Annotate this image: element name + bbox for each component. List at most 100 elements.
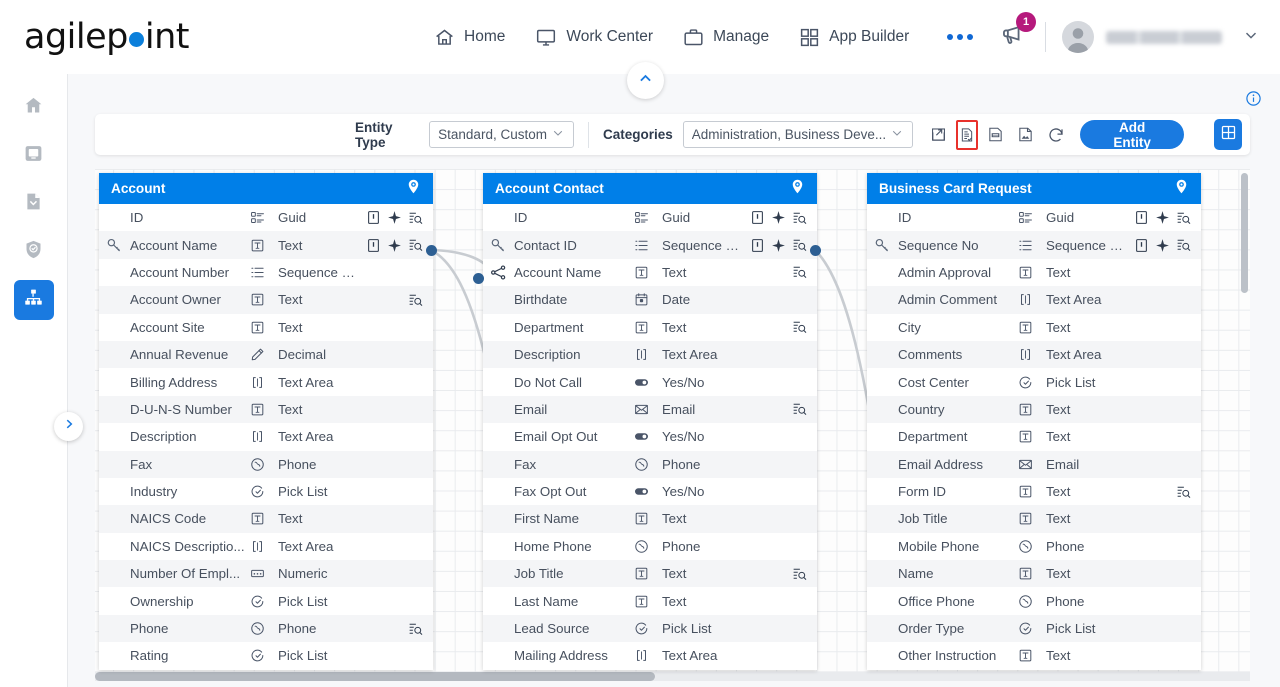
entity-field-row[interactable]: NAICS Descriptio... Text Area [99, 533, 433, 560]
primary-key-icon[interactable] [867, 237, 898, 254]
indexed-icon[interactable] [792, 265, 807, 280]
entity-field-row[interactable]: Fax Phone [99, 450, 433, 478]
nav-item-home[interactable]: Home [434, 27, 505, 48]
primary-key-icon[interactable] [483, 237, 514, 254]
entity-field-row[interactable]: Lead Source Pick List [483, 614, 817, 643]
export-image-icon[interactable] [1013, 122, 1036, 148]
entity-field-row[interactable]: Mobile Phone Phone [867, 533, 1201, 560]
entity-field-row[interactable]: D-U-N-S Number Text [99, 395, 433, 424]
entity-field-row[interactable]: Contact ID Sequence Num... [483, 231, 817, 259]
required-icon[interactable] [1134, 210, 1149, 225]
rail-item-documents[interactable] [14, 184, 54, 224]
checklist-report-icon[interactable] [956, 119, 979, 150]
open-external-icon[interactable] [927, 122, 950, 148]
unique-icon[interactable] [771, 210, 786, 225]
categories-select[interactable]: Administration, Business Deve... [682, 121, 914, 148]
canvas-horizontal-scrollbar[interactable] [95, 672, 1250, 681]
entity-field-row[interactable]: Mailing Address Text Area [483, 642, 817, 669]
entity-field-row[interactable]: Fax Opt Out Yes/No [483, 478, 817, 505]
entity-field-row[interactable]: Department Text [483, 314, 817, 341]
entity-type-select[interactable]: Standard, Custom [429, 121, 575, 148]
info-icon[interactable] [1245, 90, 1262, 112]
entity-field-row[interactable]: Job Title Text [483, 560, 817, 588]
entity-field-row[interactable]: Sequence No Sequence Num... [867, 231, 1201, 259]
entity-field-row[interactable]: Number Of Empl... Numeric [99, 560, 433, 588]
entity-field-row[interactable]: Account Number Sequence Num... [99, 259, 433, 286]
relationship-anchor-dot[interactable] [473, 273, 484, 284]
unique-icon[interactable] [387, 238, 402, 253]
rail-item-home[interactable] [14, 88, 54, 128]
entity-field-row[interactable]: Fax Phone [483, 450, 817, 478]
entity-field-row[interactable]: Country Text [867, 395, 1201, 424]
indexed-icon[interactable] [1176, 484, 1191, 499]
entity-field-row[interactable]: Name Text [867, 560, 1201, 588]
entity-field-row[interactable]: Rating Pick List [99, 642, 433, 669]
nav-item-manage[interactable]: Manage [683, 27, 769, 48]
entity-field-row[interactable]: NAICS Code Text [99, 505, 433, 533]
required-icon[interactable] [750, 210, 765, 225]
entity-field-row[interactable]: Do Not Call Yes/No [483, 368, 817, 395]
nav-item-app-builder[interactable]: App Builder [799, 27, 909, 48]
entity-card-account-contact[interactable]: Account Contact ID Guid Contact ID Sequence… [483, 173, 817, 670]
announcements-button[interactable]: 1 [1000, 12, 1036, 53]
entity-field-row[interactable]: Description Text Area [483, 340, 817, 369]
canvas-vertical-scrollbar[interactable] [1241, 173, 1248, 293]
unique-icon[interactable] [771, 238, 786, 253]
more-menu-button[interactable] [947, 34, 974, 40]
entity-field-row[interactable]: ID Guid [867, 204, 1201, 231]
entity-field-row[interactable]: Office Phone Phone [867, 587, 1201, 614]
entity-diagram-canvas[interactable]: Account ID Guid Account Name Text Account Nu… [95, 169, 1250, 681]
indexed-icon[interactable] [792, 210, 807, 225]
location-pin-icon[interactable] [789, 178, 806, 200]
indexed-icon[interactable] [408, 292, 423, 307]
add-entity-button[interactable]: Add Entity [1079, 120, 1185, 150]
unique-icon[interactable] [387, 210, 402, 225]
rail-item-data-entities[interactable] [13, 280, 54, 320]
entity-field-row[interactable]: Annual Revenue Decimal [99, 340, 433, 369]
location-pin-icon[interactable] [405, 178, 422, 200]
primary-key-icon[interactable] [99, 237, 130, 254]
entity-field-row[interactable]: Ownership Pick List [99, 587, 433, 614]
entity-field-row[interactable]: Billing Address Text Area [99, 368, 433, 395]
entity-field-row[interactable]: Admin Comment Text Area [867, 286, 1201, 314]
unique-icon[interactable] [1155, 210, 1170, 225]
indexed-icon[interactable] [792, 320, 807, 335]
collapse-header-button[interactable] [627, 62, 664, 99]
grid-layout-button[interactable] [1214, 119, 1242, 150]
entity-card-account[interactable]: Account ID Guid Account Name Text Account Nu… [99, 173, 433, 670]
required-icon[interactable] [366, 238, 381, 253]
export-pdf-icon[interactable] [984, 122, 1007, 148]
entity-field-row[interactable]: Account Name Text [483, 259, 817, 286]
indexed-icon[interactable] [1176, 210, 1191, 225]
relationship-icon[interactable] [483, 264, 514, 281]
entity-field-row[interactable]: Form ID Text [867, 478, 1201, 505]
expand-sidebar-button[interactable] [54, 412, 83, 441]
required-icon[interactable] [1134, 238, 1149, 253]
required-icon[interactable] [366, 210, 381, 225]
required-icon[interactable] [750, 238, 765, 253]
entity-field-row[interactable]: City Text [867, 314, 1201, 341]
relationship-anchor-dot[interactable] [810, 245, 821, 256]
rail-item-security[interactable] [14, 232, 54, 272]
unique-icon[interactable] [1155, 238, 1170, 253]
entity-field-row[interactable]: Department Text [867, 423, 1201, 450]
indexed-icon[interactable] [792, 238, 807, 253]
indexed-icon[interactable] [1176, 238, 1191, 253]
indexed-icon[interactable] [408, 210, 423, 225]
entity-field-row[interactable]: Comments Text Area [867, 340, 1201, 369]
entity-field-row[interactable]: First Name Text [483, 505, 817, 533]
entity-field-row[interactable]: Admin Approval Text [867, 259, 1201, 286]
entity-field-row[interactable]: Account Site Text [99, 314, 433, 341]
entity-field-row[interactable]: Order Type Pick List [867, 614, 1201, 643]
rail-item-work-center[interactable] [14, 136, 54, 176]
refresh-icon[interactable] [1045, 122, 1068, 148]
avatar[interactable] [1062, 21, 1094, 53]
nav-item-work-center[interactable]: Work Center [535, 27, 653, 48]
indexed-icon[interactable] [792, 566, 807, 581]
entity-field-row[interactable]: Birthdate Date [483, 286, 817, 314]
relationship-anchor-dot[interactable] [426, 245, 437, 256]
entity-field-row[interactable]: ID Guid [99, 204, 433, 231]
entity-field-row[interactable]: Cost Center Pick List [867, 368, 1201, 395]
indexed-icon[interactable] [408, 621, 423, 636]
entity-field-row[interactable]: Email Opt Out Yes/No [483, 423, 817, 450]
